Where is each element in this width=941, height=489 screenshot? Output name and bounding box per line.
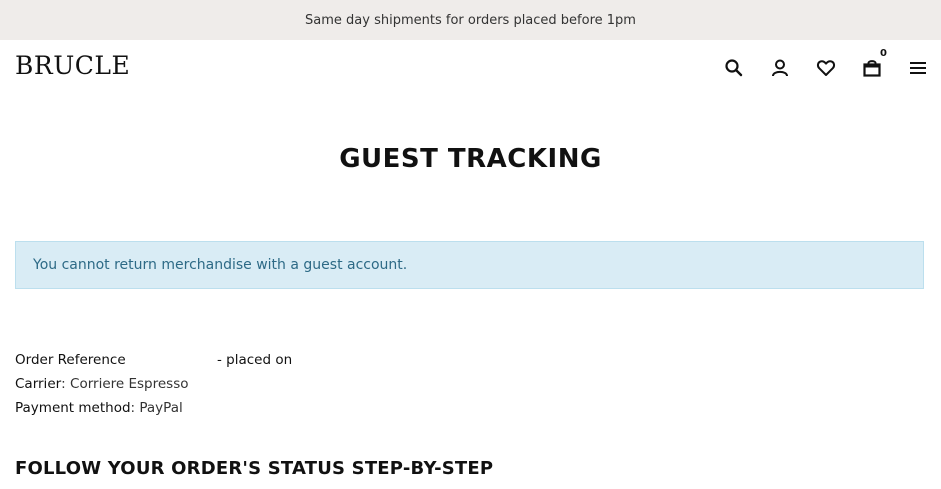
site-logo[interactable]: BRUCLE <box>15 51 130 80</box>
payment-row: Payment method: PayPal <box>15 396 292 420</box>
user-icon[interactable] <box>769 57 791 79</box>
carrier-row: Carrier: Corriere Espresso <box>15 372 292 396</box>
status-section-title: FOLLOW YOUR ORDER'S STATUS STEP-BY-STEP <box>15 458 494 479</box>
payment-label: Payment method <box>15 400 131 416</box>
cart-count-badge: 0 <box>880 48 887 59</box>
heart-icon[interactable] <box>815 57 837 79</box>
carrier-label: Carrier <box>15 376 62 392</box>
order-details: Order Reference - placed on Carrier: Cor… <box>15 348 292 420</box>
carrier-value: Corriere Espresso <box>70 376 189 392</box>
menu-icon[interactable] <box>907 57 929 79</box>
announcement-bar: Same day shipments for orders placed bef… <box>0 0 941 40</box>
order-reference-label: Order Reference <box>15 352 126 368</box>
placed-on-text: - placed on <box>217 352 293 368</box>
payment-value: PayPal <box>139 400 183 416</box>
alert-text: You cannot return merchandise with a gue… <box>33 257 408 273</box>
search-icon[interactable] <box>723 57 745 79</box>
bag-icon[interactable]: 0 <box>861 48 887 79</box>
site-header: BRUCLE 0 <box>0 40 941 96</box>
page-title: GUEST TRACKING <box>339 144 602 174</box>
order-reference-row: Order Reference - placed on <box>15 348 292 372</box>
info-alert: You cannot return merchandise with a gue… <box>15 241 924 289</box>
announcement-text: Same day shipments for orders placed bef… <box>305 12 636 28</box>
header-icons: 0 <box>699 48 929 79</box>
